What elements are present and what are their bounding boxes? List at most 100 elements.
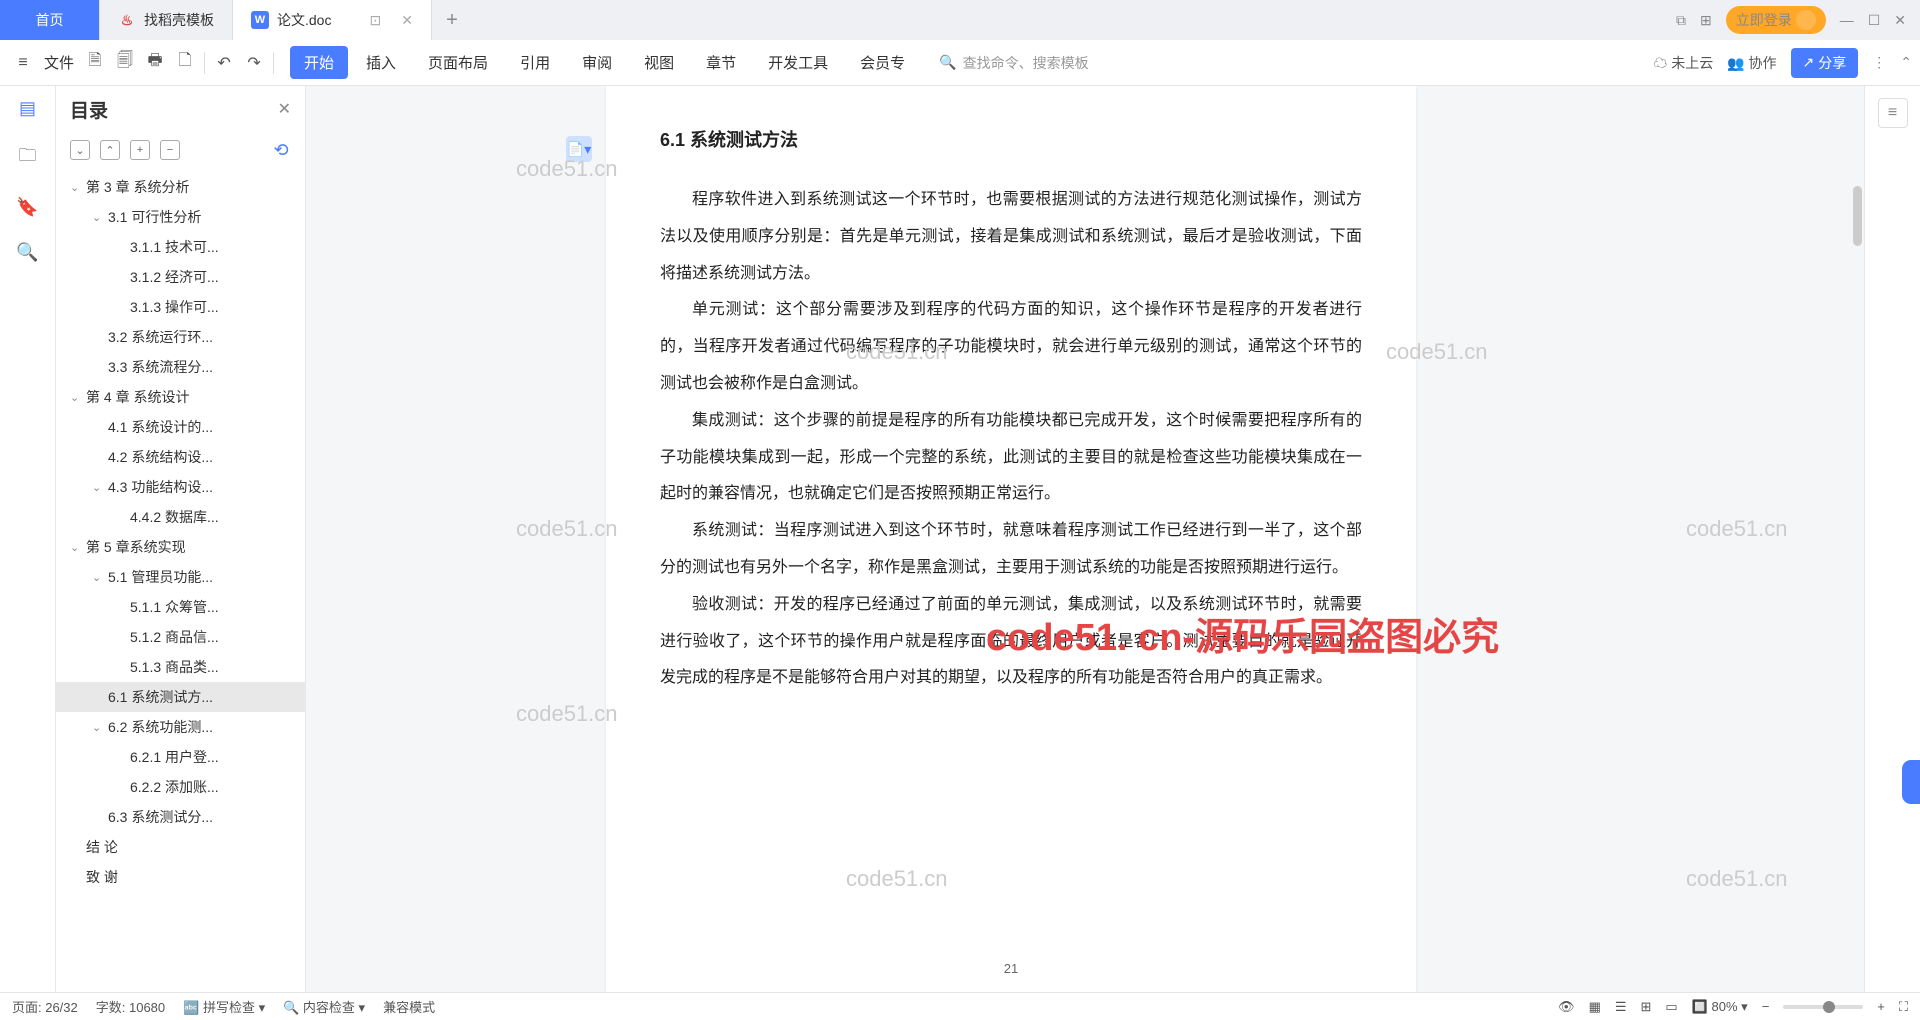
menu-chapter[interactable]: 章节 <box>692 46 750 79</box>
zoom-in-icon[interactable]: + <box>1877 999 1885 1014</box>
menu-start[interactable]: 开始 <box>290 46 348 79</box>
outline-item[interactable]: ⌄第 5 章系统实现 <box>56 532 305 562</box>
layout-icon[interactable]: ⧉ <box>1676 12 1686 29</box>
menu-view[interactable]: 视图 <box>630 46 688 79</box>
view-page-icon[interactable]: ▦ <box>1589 999 1601 1015</box>
outline-item[interactable]: ⌄第 4 章 系统设计 <box>56 382 305 412</box>
outline-item[interactable]: ⌄第 3 章 系统分析 <box>56 172 305 202</box>
tab-home[interactable]: 首页 <box>0 0 100 40</box>
outline-item[interactable]: 4.2 系统结构设... <box>56 442 305 472</box>
outline-item[interactable]: 5.1.1 众筹管... <box>56 592 305 622</box>
undo-icon[interactable]: ↶ <box>209 48 239 78</box>
compat-mode[interactable]: 兼容模式 <box>383 997 435 1016</box>
outline-item[interactable]: 3.3 系统流程分... <box>56 352 305 382</box>
menu-layout[interactable]: 页面布局 <box>414 46 502 79</box>
page-status[interactable]: 页面: 26/32 <box>12 997 78 1016</box>
menu-insert[interactable]: 插入 <box>352 46 410 79</box>
scrollbar[interactable] <box>1853 186 1862 246</box>
eye-icon[interactable]: 👁 <box>1558 999 1575 1015</box>
outline-icon[interactable]: ▤ <box>19 98 36 119</box>
word-icon: W <box>251 11 269 29</box>
outline-item[interactable]: 致 谢 <box>56 862 305 892</box>
zoom-out-icon[interactable]: − <box>1762 999 1770 1014</box>
view-read-icon[interactable]: ▭ <box>1665 999 1677 1015</box>
tab-templates[interactable]: ♨找稻壳模板 <box>100 0 233 40</box>
outline-item[interactable]: ⌄6.2 系统功能测... <box>56 712 305 742</box>
maximize-icon[interactable]: ☐ <box>1868 12 1881 29</box>
login-button[interactable]: 立即登录 <box>1726 6 1826 34</box>
menu-reference[interactable]: 引用 <box>506 46 564 79</box>
remove-icon[interactable]: − <box>160 140 180 160</box>
redo-icon[interactable]: ↷ <box>239 48 269 78</box>
right-panel: ≡ <box>1864 86 1920 992</box>
sync-icon[interactable]: ⟲ <box>271 140 291 160</box>
outline-item[interactable]: 3.1.1 技术可... <box>56 232 305 262</box>
menu-devtools[interactable]: 开发工具 <box>754 46 842 79</box>
menu-member[interactable]: 会员专 <box>846 46 919 79</box>
expand-all-icon[interactable]: ⌃ <box>100 140 120 160</box>
outline-item[interactable]: 6.3 系统测试分... <box>56 802 305 832</box>
print-icon[interactable]: 🖶 <box>140 48 170 78</box>
paragraph: 集成测试：这个步骤的前提是程序的所有功能模块都已完成开发，这个时候需要把程序所有… <box>660 403 1362 513</box>
outline-tools: ⌄ ⌃ + − ⟲ <box>56 132 305 168</box>
watermark: code51.cn <box>516 701 618 727</box>
apps-icon[interactable]: ⊞ <box>1700 12 1712 29</box>
outline-item[interactable]: 6.2.1 用户登... <box>56 742 305 772</box>
watermark: code51.cn <box>516 516 618 542</box>
outline-item[interactable]: 3.2 系统运行环... <box>56 322 305 352</box>
outline-item[interactable]: ⌄4.3 功能结构设... <box>56 472 305 502</box>
outline-item[interactable]: ⌄3.1 可行性分析 <box>56 202 305 232</box>
monitor-icon[interactable]: ⊡ <box>369 12 381 29</box>
document-area[interactable]: 📄▾ 6.1 系统测试方法 程序软件进入到系统测试这一个环节时，也需要根据测试的… <box>306 86 1864 992</box>
cloud-status[interactable]: ☁ 未上云 <box>1653 53 1713 73</box>
tab-document[interactable]: W论文.doc⊡✕ <box>233 0 432 40</box>
outline-item[interactable]: ⌄5.1 管理员功能... <box>56 562 305 592</box>
style-icon[interactable]: ≡ <box>1878 98 1908 128</box>
page-indicator-icon[interactable]: 📄▾ <box>566 136 592 162</box>
saveas-icon[interactable]: 🗐 <box>110 48 140 78</box>
collapse-all-icon[interactable]: ⌄ <box>70 140 90 160</box>
menu-icon[interactable]: ≡ <box>8 48 38 78</box>
outline-item[interactable]: 3.1.3 操作可... <box>56 292 305 322</box>
collapse-icon[interactable]: ⌃ <box>1900 54 1912 71</box>
new-tab-button[interactable]: + <box>432 0 472 40</box>
watermark: code51.cn <box>1686 516 1788 542</box>
spell-check[interactable]: 🔤 拼写检查 ▾ <box>183 997 265 1016</box>
outline-item[interactable]: 结 论 <box>56 832 305 862</box>
view-web-icon[interactable]: ⊞ <box>1641 999 1652 1015</box>
bookmark-icon[interactable]: 🔖 <box>16 197 38 218</box>
file-menu[interactable]: 文件 <box>44 52 74 73</box>
menu-review[interactable]: 审阅 <box>568 46 626 79</box>
word-count[interactable]: 字数: 10680 <box>96 997 165 1016</box>
outline-item[interactable]: 6.2.2 添加账... <box>56 772 305 802</box>
zoom-slider[interactable] <box>1783 1005 1863 1009</box>
outline-item[interactable]: 5.1.2 商品信... <box>56 622 305 652</box>
minimize-icon[interactable]: — <box>1840 12 1854 28</box>
search-rail-icon[interactable]: 🔍 <box>16 242 38 263</box>
outline-item[interactable]: 5.1.3 商品类... <box>56 652 305 682</box>
preview-icon[interactable]: 🗋 <box>170 48 200 78</box>
close-outline-icon[interactable]: ✕ <box>278 99 291 119</box>
page-number: 21 <box>1004 961 1018 976</box>
close-tab-icon[interactable]: ✕ <box>401 12 413 29</box>
section-heading: 6.1 系统测试方法 <box>660 126 1362 152</box>
content-check[interactable]: 🔍 内容检查 ▾ <box>283 997 365 1016</box>
bookmark-rail-icon[interactable]: 🗀 <box>19 143 37 173</box>
save-icon[interactable]: 🗎 <box>80 48 110 78</box>
outline-item[interactable]: 4.1 系统设计的... <box>56 412 305 442</box>
share-button[interactable]: ↗ 分享 <box>1791 48 1859 78</box>
outline-item[interactable]: 4.4.2 数据库... <box>56 502 305 532</box>
toolbar: ≡ 文件 🗎 🗐 🖶 🗋 ↶ ↷ 开始 插入 页面布局 引用 审阅 视图 章节 … <box>0 40 1920 86</box>
paragraph: 单元测试：这个部分需要涉及到程序的代码方面的知识，这个操作环节是程序的开发者进行… <box>660 292 1362 402</box>
more-icon[interactable]: ⋮ <box>1872 54 1886 71</box>
fullscreen-icon[interactable]: ⛶ <box>1899 999 1908 1015</box>
zoom-control[interactable]: 🔲 80% ▾ <box>1692 999 1748 1015</box>
add-icon[interactable]: + <box>130 140 150 160</box>
collab-button[interactable]: 👥 协作 <box>1727 53 1776 73</box>
close-icon[interactable]: ✕ <box>1894 12 1906 29</box>
view-outline-icon[interactable]: ☰ <box>1615 999 1627 1015</box>
outline-item[interactable]: 3.1.2 经济可... <box>56 262 305 292</box>
edge-handle[interactable] <box>1902 760 1920 804</box>
search-box[interactable]: 🔍查找命令、搜索模板 <box>939 53 1088 73</box>
outline-item[interactable]: 6.1 系统测试方... <box>56 682 305 712</box>
